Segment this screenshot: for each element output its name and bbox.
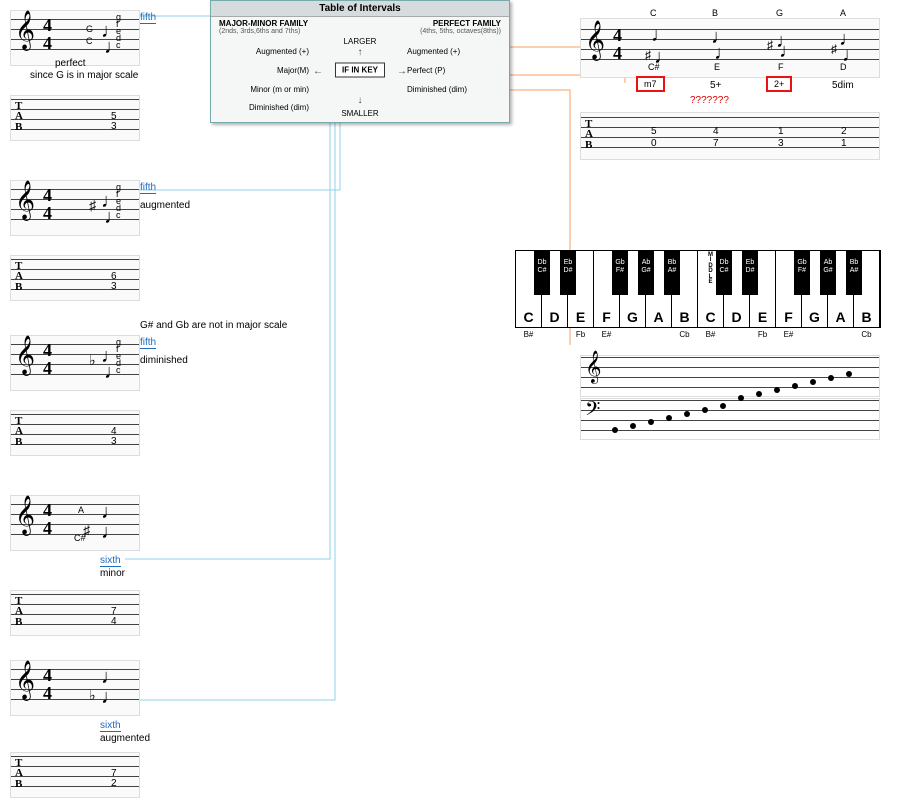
- time-signature: 44: [43, 17, 52, 53]
- ex1-explain: since G is in major scale: [30, 70, 138, 81]
- treble-clef-icon: 𝄞: [585, 23, 605, 57]
- black-key: EbD#: [742, 251, 758, 295]
- black-key: DbC#: [534, 251, 550, 295]
- mm-family-heading: MAJOR-MINOR FAMILY: [219, 19, 339, 28]
- arrow-right-icon: →: [397, 66, 407, 77]
- perfect-family-heading: PERFECT FAMILY: [381, 19, 501, 28]
- treble-clef-icon: 𝄞: [15, 338, 35, 372]
- label-larger: LARGER: [344, 37, 377, 46]
- perfect-family-sub: (4ths, 5ths, octaves(8ths)): [381, 28, 501, 35]
- treble-clef-icon: 𝄞: [15, 498, 35, 532]
- ex1-quality: perfect: [55, 58, 86, 69]
- ex3-tab: TAB 4 3: [10, 410, 140, 456]
- arrow-left-icon: ←: [313, 66, 323, 77]
- ex2-tab: TAB 6 3: [10, 255, 140, 301]
- treble-clef-icon: 𝄞: [15, 183, 35, 217]
- ex1-interval: fifth: [140, 12, 156, 24]
- black-key: AbG#: [820, 251, 836, 295]
- if-in-key: IF IN KEY: [335, 62, 385, 77]
- black-key: DbC#: [716, 251, 732, 295]
- ex5-quality: augmented: [100, 733, 150, 744]
- time-signature: 44: [43, 342, 52, 378]
- black-key: GbF#: [794, 251, 810, 295]
- ex5-tab: TAB 7 2: [10, 752, 140, 798]
- time-signature: 44: [43, 667, 52, 703]
- intervals-table: Table of Intervals MAJOR-MINOR FAMILY (2…: [210, 0, 510, 123]
- ex4-interval: sixth: [100, 555, 121, 567]
- treble-clef-icon: 𝄞: [585, 353, 602, 381]
- exercise-staff: 𝄞 44 ♩ ♯ ♩ ♩ ♩ ♯ ♩ ♩ ♯ ♩ ♩: [580, 18, 880, 78]
- time-signature: 44: [43, 502, 52, 538]
- label-right-perf: Perfect (P): [407, 66, 497, 75]
- tab-label: TAB: [15, 758, 23, 789]
- exercise-tab: TAB 5 0 4 7 1 3 2 1: [580, 112, 880, 160]
- time-signature: 44: [613, 27, 622, 63]
- black-key: GbF#: [612, 251, 628, 295]
- label-right-aug: Augmented (+): [407, 47, 497, 56]
- time-signature: 44: [43, 187, 52, 223]
- scale-note: G# and Gb are not in major scale: [140, 320, 287, 331]
- treble-clef-icon: 𝄞: [15, 663, 35, 697]
- ex3-quality: diminished: [140, 355, 188, 366]
- label-right-dim: Diminished (dim): [407, 85, 497, 94]
- tab-label: TAB: [15, 261, 23, 292]
- ex1-top: G: [86, 24, 93, 34]
- answer-2plus: 2+: [766, 76, 792, 92]
- tab-label: TAB: [585, 119, 593, 150]
- intervals-title: Table of Intervals: [211, 1, 509, 17]
- tab-label: TAB: [15, 416, 23, 447]
- ex4-top: A: [78, 505, 84, 515]
- black-key: BbA#: [664, 251, 680, 295]
- arrow-up-icon: ↑: [358, 47, 363, 58]
- ex4-quality: minor: [100, 568, 125, 579]
- label-left-maj: Major(M): [229, 66, 309, 75]
- ascending-notes: [605, 358, 875, 438]
- ex5-staff: 𝄞 44 ♭ ♩ ♩: [10, 660, 140, 716]
- tab-label: TAB: [15, 101, 23, 132]
- ex2-interval: fifth: [140, 182, 156, 194]
- bass-clef-icon: 𝄢: [585, 400, 600, 424]
- label-smaller: SMALLER: [341, 109, 378, 118]
- label-left-dim: Diminished (dim): [229, 103, 309, 112]
- mm-family-sub: (2nds, 3rds,6ths and 7ths): [219, 28, 339, 35]
- label-left-min: Minor (m or min): [229, 85, 309, 94]
- black-key: AbG#: [638, 251, 654, 295]
- ex3-interval: fifth: [140, 337, 156, 349]
- answer-m7: m7: [636, 76, 665, 92]
- ex4-tab: TAB 7 4: [10, 590, 140, 636]
- label-left-aug: Augmented (+): [229, 47, 309, 56]
- ex1-root: C: [86, 36, 93, 46]
- ex4-root: C#: [74, 533, 86, 543]
- tab-label: TAB: [15, 596, 23, 627]
- black-key: EbD#: [560, 251, 576, 295]
- piano-keyboard: CB#DEFbFE#GABCbCB#MIDDLEDEFbFE#GABCbDbC#…: [515, 250, 881, 328]
- ex1-tab: TAB 5 3: [10, 95, 140, 141]
- ex5-interval: sixth: [100, 720, 121, 732]
- black-key: BbA#: [846, 251, 862, 295]
- arrow-down-icon: ↓: [358, 95, 363, 106]
- treble-clef-icon: 𝄞: [15, 13, 35, 47]
- warn-text: ???????: [690, 95, 729, 106]
- ex2-quality: augmented: [140, 200, 190, 211]
